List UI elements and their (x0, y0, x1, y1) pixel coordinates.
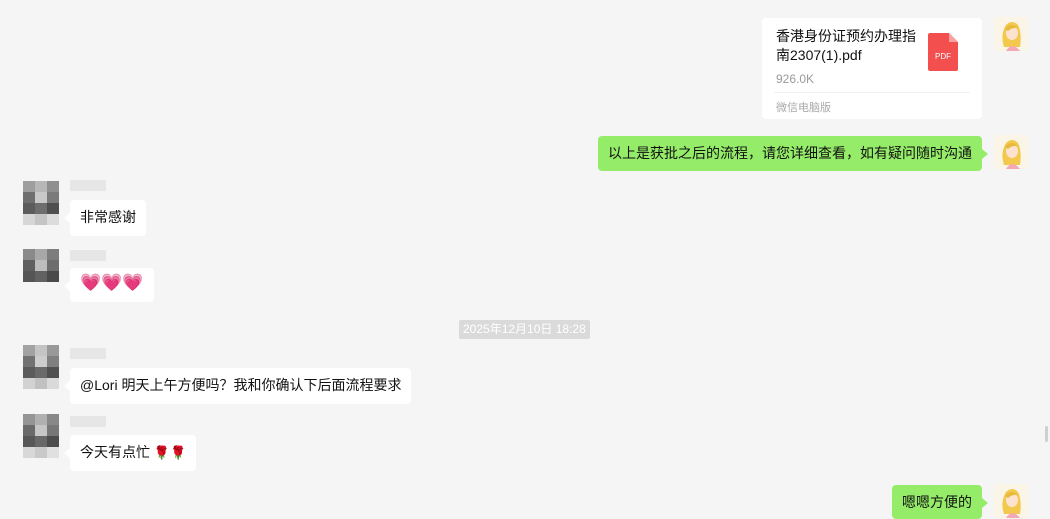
message-bubble-incoming[interactable]: @Lori 明天上午方便吗？我和你确认下后面流程要求 (63, 368, 412, 404)
file-divider (774, 92, 970, 93)
file-size: 926.0K (776, 72, 815, 86)
file-source-label: 微信电脑版 (776, 102, 831, 114)
timestamp-divider: 2025年12月10日 18:28 (459, 320, 590, 339)
pdf-file-icon: PDF (928, 33, 958, 71)
contact-avatar[interactable] (23, 345, 59, 389)
contact-avatar[interactable] (23, 249, 59, 293)
chat-message-list[interactable]: 香港身份证预约办理指南2307(1).pdf 926.0K 微信电脑版 PDF … (0, 0, 1050, 519)
message-bubble-incoming[interactable]: 非常感谢 (64, 200, 146, 236)
my-avatar[interactable] (994, 17, 1028, 51)
contact-name-blurred (70, 250, 106, 261)
file-message-card[interactable]: 香港身份证预约办理指南2307(1).pdf 926.0K 微信电脑版 PDF (762, 18, 982, 119)
contact-name-blurred (70, 348, 106, 359)
my-avatar[interactable] (994, 135, 1028, 169)
my-avatar[interactable] (994, 484, 1028, 518)
svg-text:PDF: PDF (935, 52, 951, 61)
message-bubble-outgoing[interactable]: 嗯嗯方便的 (892, 485, 988, 519)
message-text: 今天有点忙 (80, 444, 150, 460)
rose-emoji-icon: 🌹🌹 (153, 445, 187, 460)
contact-name-blurred (70, 416, 106, 427)
contact-avatar[interactable] (23, 414, 59, 458)
scrollbar-thumb[interactable] (1045, 426, 1048, 442)
file-name: 香港身份证预约办理指南2307(1).pdf (776, 28, 916, 63)
message-bubble-incoming[interactable]: 💗💗💗 (64, 268, 154, 302)
message-bubble-incoming[interactable]: 今天有点忙 🌹🌹 (63, 435, 197, 471)
contact-name-blurred (70, 180, 106, 191)
contact-avatar[interactable] (23, 181, 59, 225)
message-bubble-outgoing[interactable]: 以上是获批之后的流程，请您详细查看，如有疑问随时沟通 (598, 136, 988, 171)
